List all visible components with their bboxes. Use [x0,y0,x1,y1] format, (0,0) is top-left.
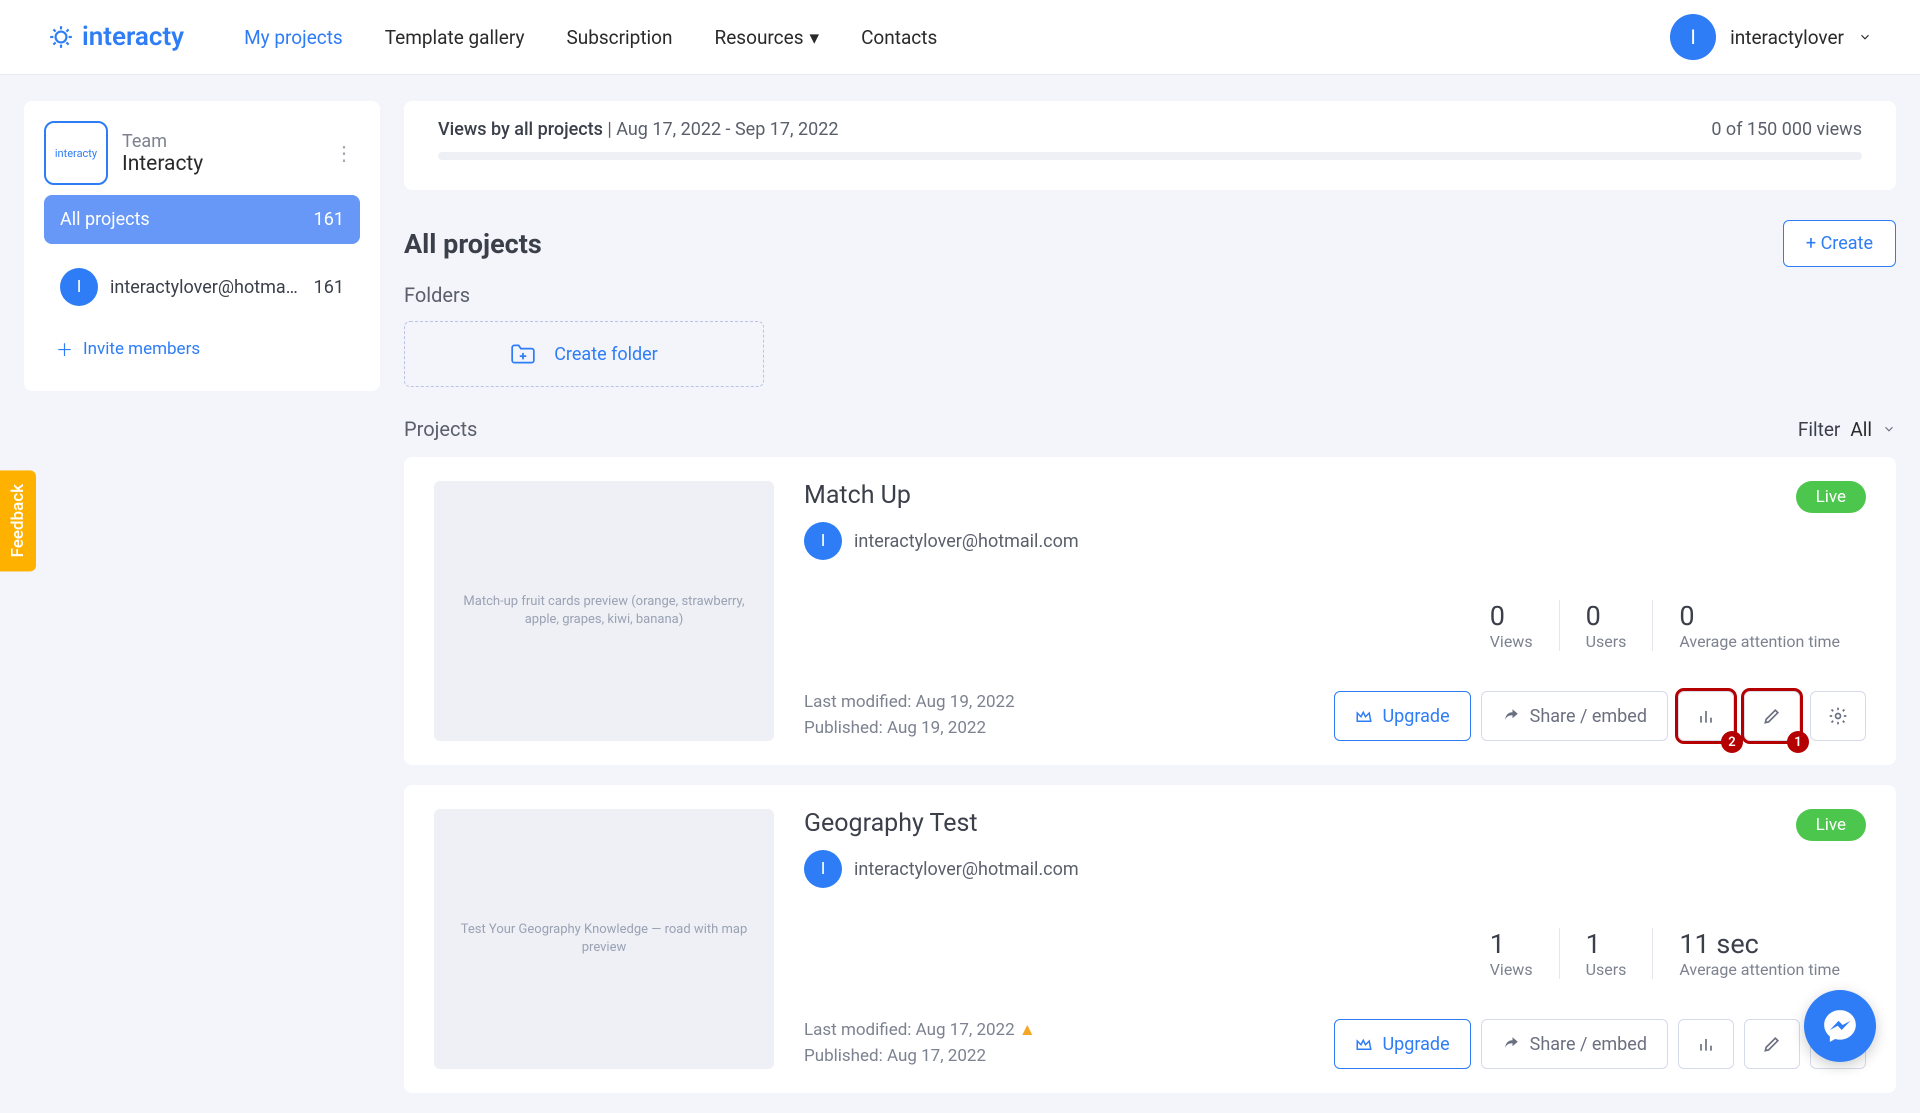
project-card: Match-up fruit cards preview (orange, st… [404,457,1896,765]
messenger-icon [1821,1007,1859,1045]
team-name: Interacty [122,152,203,176]
main-nav: My projects Template gallery Subscriptio… [244,26,937,49]
share-embed-button[interactable]: Share / embed [1481,691,1668,741]
project-meta: Last modified: Aug 19, 2022 Published: A… [804,690,1015,741]
project-card: Test Your Geography Knowledge — road wit… [404,785,1896,1093]
caret-down-icon: ▾ [810,26,820,49]
share-icon [1502,1035,1520,1053]
plus-icon: ＋ [56,336,73,361]
brand-logo[interactable]: interacty [48,22,184,52]
share-embed-button[interactable]: Share / embed [1481,1019,1668,1069]
views-progress-bar [438,152,1862,160]
folders-heading: Folders [404,283,1896,307]
nav-resources[interactable]: Resources ▾ [715,26,820,49]
crown-icon [1355,1037,1373,1051]
callout-badge: 1 [1787,731,1809,753]
sidebar-item-member[interactable]: I interactylover@hotmail.co… 161 [44,254,360,320]
edit-button[interactable]: 1 [1744,691,1800,741]
folder-plus-icon [510,343,536,365]
bar-chart-icon [1696,706,1716,726]
logo-icon [48,24,74,50]
warning-icon: ▲ [1019,1020,1036,1040]
sidebar-item-all-projects[interactable]: All projects 161 [44,195,360,244]
project-meta: Last modified: Aug 17, 2022 ▲ Published:… [804,1018,1036,1069]
team-label: Team [122,131,203,152]
create-project-button[interactable]: + Create [1783,220,1896,267]
projects-filter[interactable]: Filter All [1798,418,1896,441]
page-title: All projects [404,228,542,260]
views-panel: Views by all projects | Aug 17, 2022 - S… [404,101,1896,190]
analytics-button[interactable]: 2 [1678,691,1734,741]
team-card: interacty Team Interacty ⋮ All projects … [24,101,380,391]
owner-avatar: I [804,522,842,560]
sidebar: interacty Team Interacty ⋮ All projects … [24,101,380,1113]
project-title[interactable]: Geography Test [804,809,1079,838]
chevron-down-icon [1882,422,1896,436]
project-owner: I interactylover@hotmail.com [804,850,1079,888]
sidebar-invite-members[interactable]: ＋ Invite members [44,320,360,371]
feedback-tab[interactable]: Feedback [0,470,36,571]
avatar: I [1670,14,1716,60]
project-thumbnail[interactable]: Test Your Geography Knowledge — road wit… [434,809,774,1069]
bar-chart-icon [1696,1034,1716,1054]
callout-badge: 2 [1721,731,1743,753]
project-stats: 1Views 1Users 11 secAverage attention ti… [1464,928,1866,979]
user-name: interactylover [1730,26,1844,49]
projects-heading: Projects [404,417,477,441]
views-label: Views by all projects | Aug 17, 2022 - S… [438,119,838,140]
share-icon [1502,707,1520,725]
brand-text: interacty [82,22,184,52]
nav-my-projects[interactable]: My projects [244,26,343,49]
nav-contacts[interactable]: Contacts [861,26,937,49]
status-badge: Live [1796,809,1866,841]
analytics-button[interactable] [1678,1019,1734,1069]
create-folder-button[interactable]: Create folder [404,321,764,387]
project-owner: I interactylover@hotmail.com [804,522,1079,560]
member-avatar: I [60,268,98,306]
upgrade-button[interactable]: Upgrade [1334,1019,1471,1069]
pencil-icon [1762,706,1782,726]
owner-avatar: I [804,850,842,888]
header: interacty My projects Template gallery S… [0,0,1920,75]
settings-button[interactable] [1810,691,1866,741]
team-logo: interacty [44,121,108,185]
team-more-icon[interactable]: ⋮ [328,135,360,171]
edit-button[interactable] [1744,1019,1800,1069]
nav-template-gallery[interactable]: Template gallery [385,26,525,49]
project-thumbnail[interactable]: Match-up fruit cards preview (orange, st… [434,481,774,741]
main-content: Views by all projects | Aug 17, 2022 - S… [404,101,1896,1113]
pencil-icon [1762,1034,1782,1054]
gear-icon [1828,706,1848,726]
project-stats: 0Views 0Users 0Average attention time [1464,600,1866,651]
member-email: interactylover@hotmail.co… [110,277,302,298]
views-count: 0 of 150 000 views [1711,119,1862,140]
crown-icon [1355,709,1373,723]
header-user[interactable]: I interactylover [1670,14,1872,60]
upgrade-button[interactable]: Upgrade [1334,691,1471,741]
status-badge: Live [1796,481,1866,513]
project-actions: Upgrade Share / embed [1334,1019,1867,1069]
chevron-down-icon [1858,30,1872,44]
project-actions: Upgrade Share / embed 2 1 [1334,691,1867,741]
messenger-button[interactable] [1804,990,1876,1062]
nav-subscription[interactable]: Subscription [566,26,672,49]
project-title[interactable]: Match Up [804,481,1079,510]
